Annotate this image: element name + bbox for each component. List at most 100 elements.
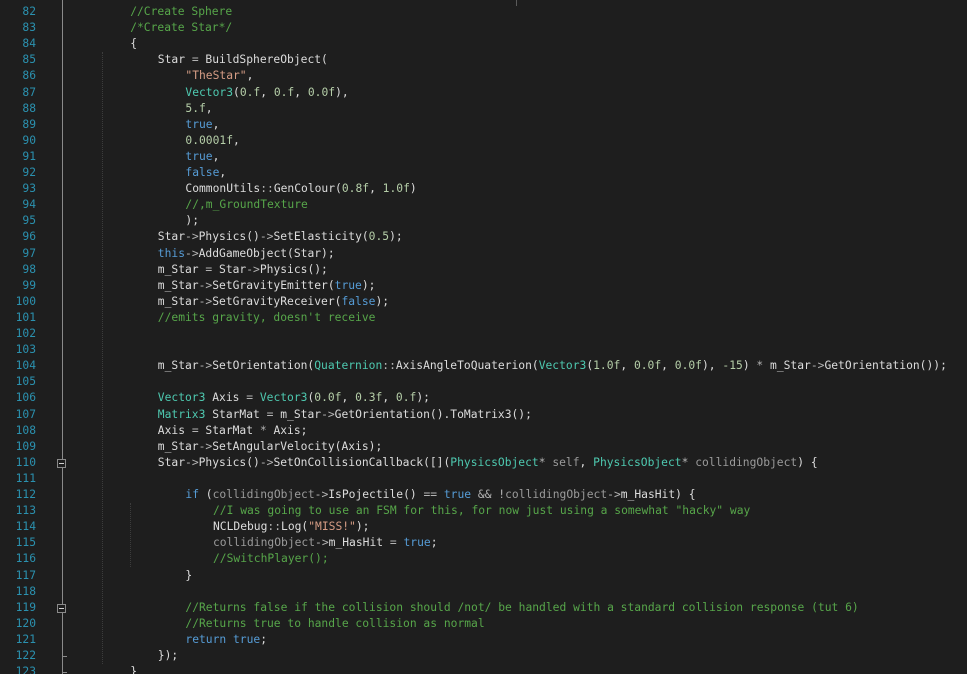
line-number: 86 <box>22 69 36 83</box>
code-token: ), <box>702 359 723 373</box>
code-line[interactable]: } <box>185 568 192 584</box>
code-line[interactable]: true, <box>185 149 219 165</box>
code-line[interactable]: true, <box>185 117 219 133</box>
code-token: StarMat <box>205 423 260 437</box>
code-token: 1.0f <box>382 182 410 196</box>
code-token: true <box>403 536 431 550</box>
code-token: -> <box>198 439 213 453</box>
line-number: 89 <box>22 117 36 131</box>
code-token: SetGravityReceiver( <box>212 294 342 308</box>
code-text-area[interactable]: //Create Sphere /*Create Star*/ { Star = Bu… <box>75 0 967 674</box>
code-token: //Create Sphere <box>130 5 233 18</box>
code-token: m_Star <box>280 407 322 421</box>
line-number: 118 <box>15 584 36 598</box>
code-token: * <box>756 359 771 373</box>
code-token: , <box>294 85 308 99</box>
code-token: -> <box>246 262 260 276</box>
code-line[interactable]: m_Star->SetGravityReceiver(false); <box>158 294 389 310</box>
code-token: IsPojectile() <box>328 488 424 501</box>
code-line[interactable]: m_Star->SetAngularVelocity(Axis); <box>158 439 382 455</box>
code-line[interactable]: return true; <box>185 632 267 648</box>
line-number: 84 <box>22 37 36 51</box>
code-token: Physics(); <box>259 262 328 276</box>
code-line[interactable]: ); <box>185 213 199 229</box>
code-token: * <box>681 455 696 469</box>
code-token: //,m_GroundTexture <box>185 198 308 212</box>
code-token: , <box>382 391 396 405</box>
code-token: 0.f <box>273 85 295 99</box>
code-token: -> <box>315 536 329 550</box>
code-line[interactable]: //I was going to use an FSM for this, fo… <box>213 503 750 519</box>
code-token: :: <box>382 359 396 373</box>
code-line[interactable]: Vector3 Axis = Vector3(0.0f, 0.3f, 0.f); <box>158 390 430 406</box>
code-line[interactable]: //Returns false if the collision should … <box>185 600 858 616</box>
code-line[interactable]: Vector3(0.f, 0.f, 0.0f), <box>185 85 348 101</box>
line-number-gutter: 82 83 84 85 86 87 88 89 90 91 92 93 94 95 96 97 98 99 100 1… <box>0 0 48 674</box>
code-line[interactable]: 5.f, <box>185 101 212 117</box>
code-line[interactable]: { <box>130 36 137 52</box>
code-line[interactable]: false, <box>185 165 226 181</box>
code-token: , <box>661 359 675 373</box>
code-token: Quaternion <box>314 359 383 373</box>
code-line[interactable]: "TheStar", <box>185 68 253 84</box>
line-number: 83 <box>22 21 36 35</box>
code-editor[interactable]: 82 83 84 85 86 87 88 89 90 91 92 93 94 95 96 97 98 99 100 1… <box>0 0 967 674</box>
code-token: , <box>341 391 356 405</box>
code-line[interactable]: //Create Sphere <box>130 4 232 20</box>
code-token: m_Star <box>157 262 206 276</box>
code-token: 0.5 <box>368 230 390 244</box>
code-line[interactable]: Star->Physics()->SetElasticity(0.5); <box>158 229 403 245</box>
code-token: GetOrientation().ToMatrix3(); <box>334 407 532 421</box>
code-line[interactable]: m_Star->SetGravityEmitter(true); <box>158 278 376 294</box>
code-token: -> <box>321 407 335 421</box>
line-number: 101 <box>15 310 36 324</box>
code-line[interactable]: }); <box>158 648 178 664</box>
code-line[interactable]: if (collidingObject->IsPojectile() == tr… <box>185 487 695 503</box>
collapse-toggle-icon[interactable] <box>57 458 66 468</box>
line-number: 91 <box>22 149 36 163</box>
code-token: Axis; <box>273 423 308 437</box>
code-line[interactable]: //,m_GroundTexture <box>185 197 307 213</box>
code-token: ); <box>389 230 403 244</box>
indent-guide <box>130 503 131 568</box>
code-line[interactable]: //emits gravity, doesn't receive <box>158 310 376 326</box>
code-token: == <box>423 488 444 501</box>
code-line[interactable]: m_Star = Star->Physics(); <box>158 262 328 278</box>
code-token: 0.f <box>239 85 261 99</box>
code-line[interactable]: this->AddGameObject(Star); <box>158 246 335 262</box>
code-line[interactable]: //SwitchPlayer(); <box>213 551 329 567</box>
code-token: return <box>185 632 233 646</box>
code-token: ) { <box>675 488 696 501</box>
code-token: m_Star <box>157 278 199 292</box>
code-line[interactable]: CommonUtils::GenColour(0.8f, 1.0f) <box>185 181 416 197</box>
code-line[interactable]: Matrix3 StarMat = m_Star->GetOrientation… <box>158 407 532 423</box>
code-token: collidingObject <box>213 536 316 550</box>
line-number: 117 <box>15 568 36 582</box>
code-token: * <box>538 455 553 469</box>
code-line[interactable]: Axis = StarMat * Axis; <box>158 423 308 439</box>
code-token: ); <box>355 520 370 534</box>
code-line[interactable]: Star = BuildSphereObject( <box>158 52 328 68</box>
code-line[interactable]: } <box>130 664 137 674</box>
line-number: 98 <box>22 262 36 276</box>
collapse-toggle-icon[interactable] <box>57 603 66 613</box>
code-token: ) <box>742 359 757 373</box>
code-token: , <box>369 182 383 196</box>
code-line[interactable]: 0.0001f, <box>185 133 239 149</box>
code-token: -> <box>185 230 199 244</box>
code-token: NCLDebug <box>213 520 268 534</box>
line-number: 122 <box>15 649 36 662</box>
code-line[interactable]: Star->Physics()->SetOnCollisionCallback(… <box>158 455 818 471</box>
code-line[interactable]: NCLDebug::Log("MISS!"); <box>213 519 369 535</box>
code-token: collidingObject <box>695 455 798 469</box>
code-line[interactable]: /*Create Star*/ <box>130 20 232 36</box>
code-token: -> <box>198 359 213 373</box>
code-line[interactable]: collidingObject->m_HasHit = true; <box>213 535 438 551</box>
code-token: , <box>212 117 220 131</box>
code-token: BuildSphereObject( <box>205 53 328 67</box>
code-token: SetElasticity( <box>273 230 369 244</box>
code-line[interactable]: //Returns true to handle collision as no… <box>185 616 484 632</box>
code-line[interactable]: m_Star->SetOrientation(Quaternion::AxisA… <box>158 358 947 374</box>
code-token: //I was going to use an FSM for this, fo… <box>213 504 751 518</box>
line-number: 121 <box>15 632 36 646</box>
